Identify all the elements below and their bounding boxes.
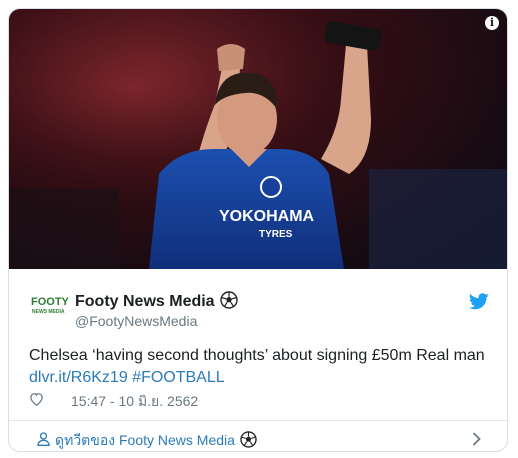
author-name[interactable]: Footy News Media xyxy=(75,291,238,314)
view-profile-link[interactable]: ดูทวีตของ Footy News Media xyxy=(9,421,507,451)
sponsor-text: YOKOHAMA xyxy=(219,208,315,225)
tweet-text: Chelsea ‘having second thoughts’ about s… xyxy=(29,347,485,364)
logo-text-bottom: NEWS MEDIA xyxy=(32,309,65,315)
view-profile-label: ดูทวีตของ Footy News Media xyxy=(55,430,257,451)
author-handle[interactable]: @FootyNewsMedia xyxy=(75,313,197,329)
chevron-right-icon xyxy=(472,432,481,451)
heart-icon[interactable] xyxy=(29,392,44,409)
player-photo-illustration: YOKOHAMA TYRES xyxy=(9,9,507,269)
person-icon xyxy=(37,432,50,451)
soccer-ball-icon xyxy=(240,431,257,451)
info-icon[interactable]: i xyxy=(485,16,499,30)
view-profile-text: ดูทวีตของ Footy News Media xyxy=(55,432,235,448)
sponsor-subtext: TYRES xyxy=(259,229,293,240)
logo-text-top: FOOTY xyxy=(31,296,69,308)
timestamp[interactable]: 15:47 - 10 มิ.ย. 2562 xyxy=(71,391,198,413)
avatar[interactable]: FOOTY NEWS MEDIA xyxy=(29,292,69,318)
tweet-card: YOKOHAMA TYRES i FOOTY NEWS MEDIA Footy … xyxy=(8,8,508,452)
tweet-body: Chelsea ‘having second thoughts’ about s… xyxy=(29,345,499,389)
twitter-bird-icon[interactable] xyxy=(468,293,489,315)
soccer-ball-icon xyxy=(219,291,238,314)
tweet-photo[interactable]: YOKOHAMA TYRES i xyxy=(9,9,507,269)
hashtag-link[interactable]: #FOOTBALL xyxy=(132,369,224,386)
tweet-link[interactable]: dlvr.it/R6Kz19 xyxy=(29,369,128,386)
tweet-header: FOOTY NEWS MEDIA Footy News Media @Footy… xyxy=(9,269,507,329)
author-name-text: Footy News Media xyxy=(75,293,215,310)
